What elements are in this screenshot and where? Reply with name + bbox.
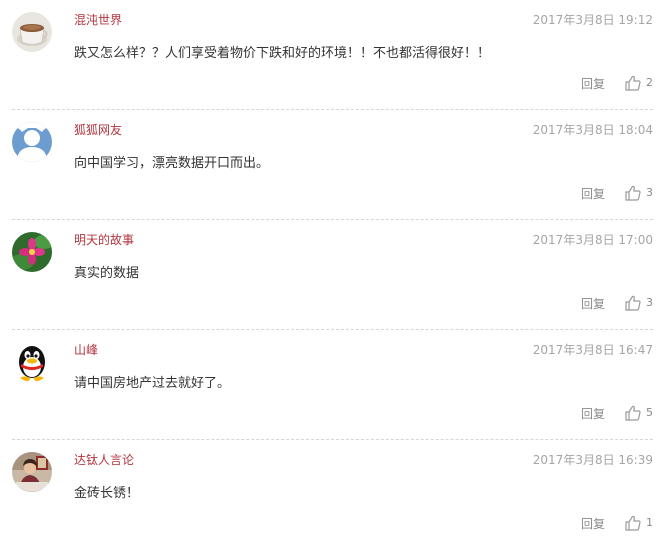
comment-item: 狐狐网友 2017年3月8日 18:04 向中国学习，漂亮数据开口而出。 回复 … bbox=[12, 110, 653, 220]
penguin-avatar[interactable] bbox=[12, 342, 52, 382]
like-count: 3 bbox=[646, 186, 653, 199]
reply-button[interactable]: 回复 bbox=[581, 76, 605, 92]
comment-timestamp: 2017年3月8日 16:39 bbox=[532, 453, 653, 467]
like-count: 5 bbox=[646, 406, 653, 419]
default-user-avatar[interactable] bbox=[12, 122, 52, 162]
flower-avatar[interactable] bbox=[12, 232, 52, 272]
comment-timestamp: 2017年3月8日 18:04 bbox=[532, 123, 653, 137]
thumbs-up-icon bbox=[625, 295, 641, 311]
comment-text: 跌又怎么样？？人们享受着物价下跌和好的环境！！不也都活得很好！！ bbox=[74, 46, 491, 61]
thumbs-up-icon bbox=[625, 405, 641, 421]
comment-timestamp: 2017年3月8日 19:12 bbox=[532, 13, 653, 27]
reply-button[interactable]: 回复 bbox=[581, 296, 605, 312]
comment-username[interactable]: 明天的故事 bbox=[74, 232, 134, 248]
reply-button[interactable]: 回复 bbox=[581, 186, 605, 202]
like-count: 2 bbox=[646, 76, 653, 89]
comment-item: 明天的故事 2017年3月8日 17:00 真实的数据 回复 3 bbox=[12, 220, 653, 330]
like-button[interactable]: 1 bbox=[624, 514, 653, 532]
comment-text: 真实的数据 bbox=[74, 266, 140, 281]
like-button[interactable]: 3 bbox=[624, 294, 653, 312]
reply-button[interactable]: 回复 bbox=[581, 406, 605, 422]
like-count: 1 bbox=[646, 516, 653, 529]
comment-timestamp: 2017年3月8日 16:47 bbox=[532, 343, 653, 357]
comment-text: 向中国学习，漂亮数据开口而出。 bbox=[74, 156, 270, 171]
comment-username[interactable]: 狐狐网友 bbox=[74, 122, 122, 138]
comment-item: 山峰 2017年3月8日 16:47 请中国房地产过去就好了。 回复 5 bbox=[12, 330, 653, 440]
comment-username[interactable]: 山峰 bbox=[74, 342, 98, 358]
comment-text: 金砖长锈！ bbox=[74, 486, 140, 501]
like-button[interactable]: 5 bbox=[624, 404, 653, 422]
comment-item: 达钛人言论 2017年3月8日 16:39 金砖长锈！ 回复 1 bbox=[12, 440, 653, 550]
like-count: 3 bbox=[646, 296, 653, 309]
thumbs-up-icon bbox=[625, 75, 641, 91]
thumbs-up-icon bbox=[625, 185, 641, 201]
comment-item: 混沌世界 2017年3月8日 19:12 跌又怎么样？？人们享受着物价下跌和好的… bbox=[12, 0, 653, 110]
thumbs-up-icon bbox=[625, 515, 641, 531]
comment-username[interactable]: 达钛人言论 bbox=[74, 452, 134, 468]
like-button[interactable]: 2 bbox=[624, 74, 653, 92]
coffee-cup-avatar[interactable] bbox=[12, 12, 52, 52]
like-button[interactable]: 3 bbox=[624, 184, 653, 202]
comment-timestamp: 2017年3月8日 17:00 bbox=[532, 233, 653, 247]
reply-button[interactable]: 回复 bbox=[581, 516, 605, 532]
comment-text: 请中国房地产过去就好了。 bbox=[74, 376, 231, 391]
comment-list: 混沌世界 2017年3月8日 19:12 跌又怎么样？？人们享受着物价下跌和好的… bbox=[0, 0, 665, 550]
comment-username[interactable]: 混沌世界 bbox=[74, 12, 122, 28]
photo-avatar[interactable] bbox=[12, 452, 52, 492]
